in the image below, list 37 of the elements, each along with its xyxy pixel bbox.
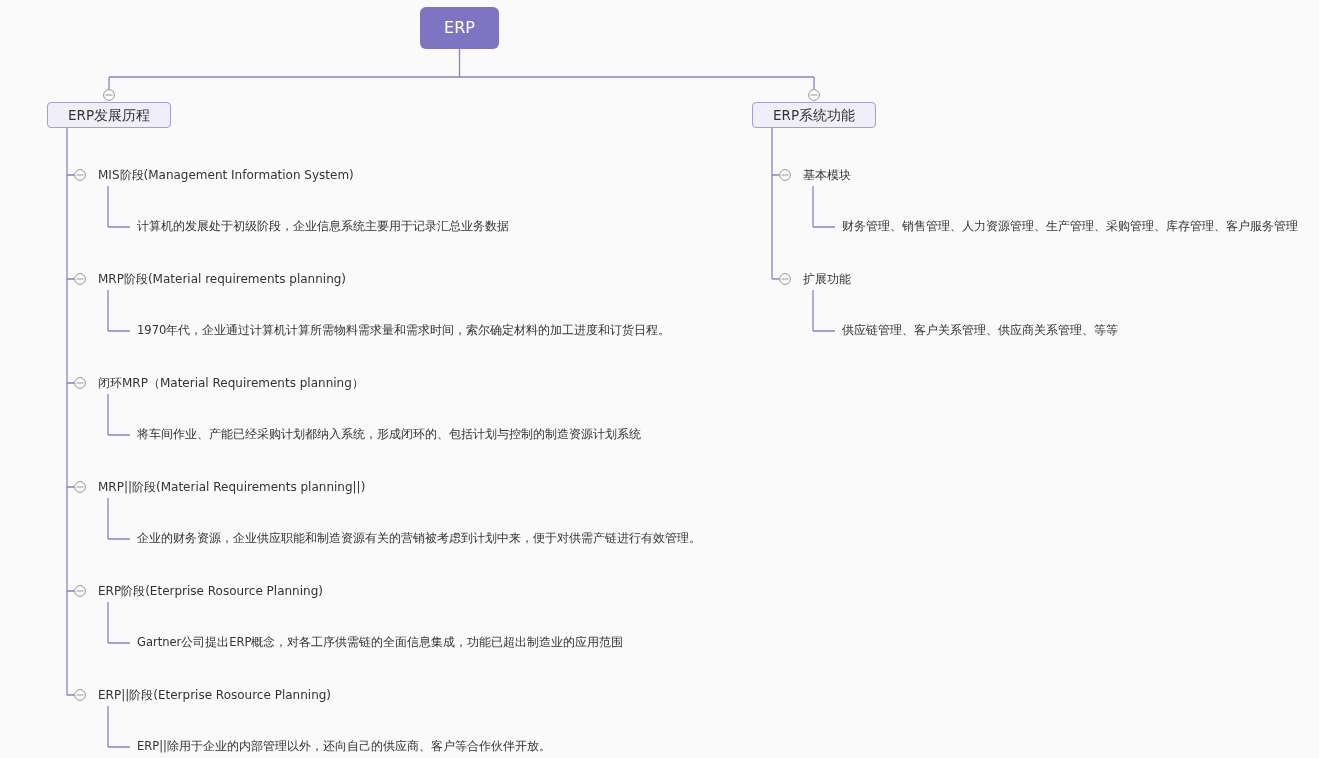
collapse-icon[interactable] [74,377,86,389]
topic-label[interactable]: MRP阶段(Material requirements planning) [98,270,347,288]
topic-label[interactable]: 基本模块 [803,166,851,184]
subtopic-label[interactable]: 1970年代，企业通过计算机计算所需物料需求量和需求时间，索尔确定材料的加工进度和订货日程。 [137,322,671,340]
connector-line [107,185,131,228]
topic-label[interactable]: 闭环MRP（Material Requirements planning） [98,374,364,392]
connector-line [107,289,131,332]
subtopic-label[interactable]: 财务管理、销售管理、人力资源管理、生产管理、采购管理、库存管理、客户服务管理 [842,218,1298,236]
topic-label[interactable]: ERP阶段(Eterprise Rosource Planning) [98,582,323,600]
connector-line [107,601,131,644]
subtopic-label[interactable]: 将车间作业、产能已经采购计划都纳入系统，形成闭环的、包括计划与控制的制造资源计划系统 [137,426,641,444]
branch-node[interactable]: ERP系统功能 [752,102,877,128]
connector-line [107,705,131,748]
connector-line [812,185,836,228]
connector-line [107,393,131,436]
subtopic-label[interactable]: 供应链管理、客户关系管理、供应商关系管理、等等 [842,322,1118,340]
collapse-icon[interactable] [808,89,821,101]
collapse-icon[interactable] [779,169,791,181]
connector-line [107,497,131,540]
connector-line [812,289,836,332]
root-node[interactable]: ERP [420,7,499,49]
collapse-icon[interactable] [103,89,116,101]
subtopic-label[interactable]: 计算机的发展处于初级阶段，企业信息系统主要用于记录汇总业务数据 [137,218,509,236]
topic-label[interactable]: MIS阶段(Management Information System) [98,166,354,184]
subtopic-label[interactable]: 企业的财务资源，企业供应职能和制造资源有关的营销被考虑到计划中来，便于对供需产链进行有效管理。 [137,530,701,548]
subtopic-label[interactable]: ERP||除用于企业的内部管理以外，还向自己的供应商、客户等合作伙伴开放。 [137,738,551,756]
collapse-icon[interactable] [74,585,86,597]
collapse-icon[interactable] [74,689,86,701]
collapse-icon[interactable] [74,169,86,181]
topic-label[interactable]: MRP||阶段(Material Requirements planning||) [98,478,366,496]
collapse-icon[interactable] [779,273,791,285]
collapse-icon[interactable] [74,273,86,285]
branch-node[interactable]: ERP发展历程 [47,102,172,128]
topic-label[interactable]: 扩展功能 [803,270,851,288]
collapse-icon[interactable] [74,481,86,493]
topic-label[interactable]: ERP||阶段(Eterprise Rosource Planning) [98,686,332,704]
subtopic-label[interactable]: Gartner公司提出ERP概念，对各工序供需链的全面信息集成，功能已超出制造业的应用范围 [137,634,624,652]
